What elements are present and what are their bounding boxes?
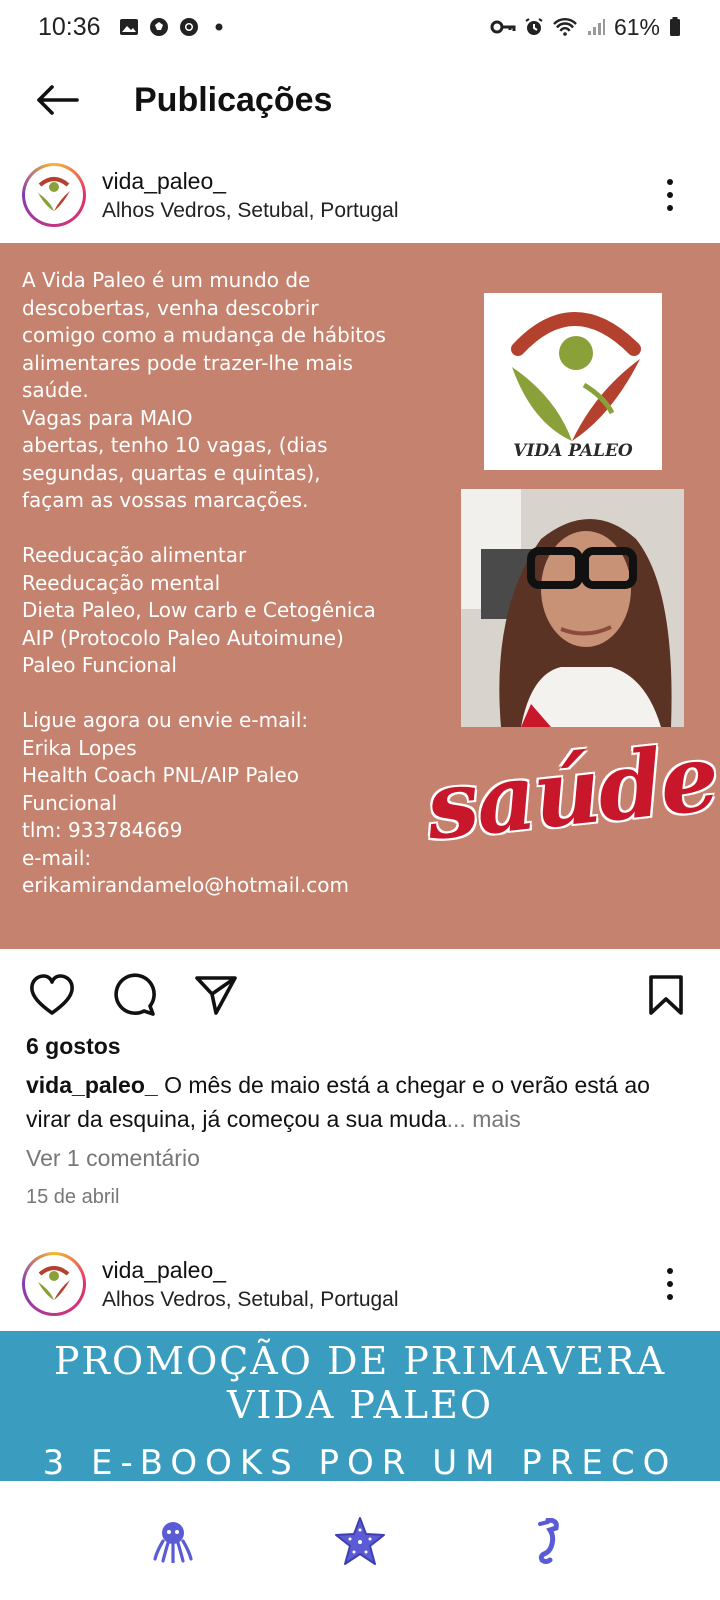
post-header: vida_paleo_ Alhos Vedros, Setubal, Portu… bbox=[0, 150, 720, 240]
more-options-button[interactable] bbox=[660, 175, 680, 215]
chrome-icon bbox=[179, 18, 198, 36]
heart-icon bbox=[30, 974, 74, 1015]
status-time: 10:36 bbox=[38, 12, 101, 41]
avatar[interactable] bbox=[22, 163, 86, 227]
post-header: vida_paleo_ Alhos Vedros, Setubal, Portu… bbox=[0, 1239, 720, 1329]
post-meta: vida_paleo_ Alhos Vedros, Setubal, Portu… bbox=[102, 1257, 399, 1312]
soccer-icon bbox=[149, 18, 168, 36]
more-dot-icon bbox=[667, 1268, 673, 1274]
page-title: Publicações bbox=[134, 80, 333, 119]
post-location[interactable]: Alhos Vedros, Setubal, Portugal bbox=[102, 1288, 399, 1312]
avatar[interactable] bbox=[22, 1252, 86, 1316]
battery-percent: 61% bbox=[613, 13, 660, 40]
banner-title: PROMOÇÃO DE PRIMAVERA bbox=[53, 1339, 667, 1383]
post-username[interactable]: vida_paleo_ bbox=[102, 168, 399, 195]
banner-offer: 3 E-BOOKS POR UM PRECO bbox=[42, 1443, 678, 1481]
status-left: 10:36 bbox=[38, 13, 229, 42]
likes-count[interactable]: 6 gostos bbox=[26, 1033, 121, 1060]
profile-photo bbox=[461, 489, 684, 727]
more-options-button[interactable] bbox=[660, 1264, 680, 1304]
back-button[interactable] bbox=[22, 70, 92, 130]
nav-seahorse-button[interactable] bbox=[515, 1509, 579, 1573]
post-date: 15 de abril bbox=[26, 1186, 120, 1208]
status-right: 61% bbox=[490, 14, 682, 41]
signal-icon bbox=[587, 19, 605, 35]
more-dot-icon bbox=[667, 1281, 673, 1287]
nav-starfish-button[interactable] bbox=[328, 1509, 392, 1573]
alarm-icon bbox=[525, 18, 543, 35]
wifi-icon bbox=[553, 18, 577, 36]
send-paperplane-icon bbox=[195, 976, 237, 1015]
key-icon bbox=[490, 20, 516, 34]
more-dot-icon bbox=[667, 192, 673, 198]
post-image[interactable]: A Vida Paleo é um mundo de descobertas, … bbox=[0, 243, 720, 949]
battery-icon bbox=[670, 17, 680, 36]
avatar-image bbox=[25, 1255, 83, 1313]
avatar-image bbox=[25, 166, 83, 224]
status-bar: 10:36 61% bbox=[0, 0, 720, 54]
octopus-icon bbox=[153, 1521, 193, 1563]
caption-username[interactable]: vida_paleo_ bbox=[26, 1072, 158, 1098]
back-arrow-icon bbox=[37, 85, 79, 115]
more-dot-icon bbox=[667, 205, 673, 211]
caption-more-link[interactable]: ... mais bbox=[447, 1106, 521, 1132]
vida-paleo-logo: VIDA PALEO bbox=[484, 293, 662, 470]
nav-octopus-button[interactable] bbox=[141, 1509, 205, 1573]
dot-icon bbox=[215, 23, 223, 31]
starfish-icon bbox=[334, 1516, 385, 1565]
post-image-banner[interactable]: PROMOÇÃO DE PRIMAVERA VIDA PALEO 3 E-BOO… bbox=[0, 1331, 720, 1481]
app-header: Publicações bbox=[0, 60, 720, 140]
banner-subtitle: VIDA PALEO bbox=[226, 1383, 494, 1427]
view-comments-link[interactable]: Ver 1 comentário bbox=[26, 1145, 200, 1172]
logo-text: VIDA PALEO bbox=[513, 441, 633, 461]
post-image-text: A Vida Paleo é um mundo de descobertas, … bbox=[22, 268, 386, 897]
more-dot-icon bbox=[667, 179, 673, 185]
vida-paleo-logo-icon bbox=[38, 177, 70, 211]
comment-button[interactable] bbox=[106, 967, 162, 1023]
post-caption: vida_paleo_ O mês de maio está a chegar … bbox=[26, 1068, 666, 1136]
seahorse-icon bbox=[537, 1517, 559, 1564]
like-button[interactable] bbox=[24, 967, 80, 1023]
comment-bubble-icon bbox=[114, 973, 156, 1016]
more-dot-icon bbox=[667, 1294, 673, 1300]
woman-portrait-icon bbox=[461, 489, 684, 727]
post-meta: vida_paleo_ Alhos Vedros, Setubal, Portu… bbox=[102, 168, 399, 223]
bookmark-icon bbox=[649, 975, 683, 1015]
post-username[interactable]: vida_paleo_ bbox=[102, 1257, 399, 1284]
gallery-icon bbox=[119, 19, 138, 35]
bottom-nav bbox=[0, 1481, 720, 1600]
vida-paleo-logo-icon bbox=[38, 1266, 70, 1300]
post-actions bbox=[0, 960, 720, 1030]
share-button[interactable] bbox=[188, 967, 244, 1023]
post-location[interactable]: Alhos Vedros, Setubal, Portugal bbox=[102, 199, 399, 223]
save-button[interactable] bbox=[638, 967, 694, 1023]
